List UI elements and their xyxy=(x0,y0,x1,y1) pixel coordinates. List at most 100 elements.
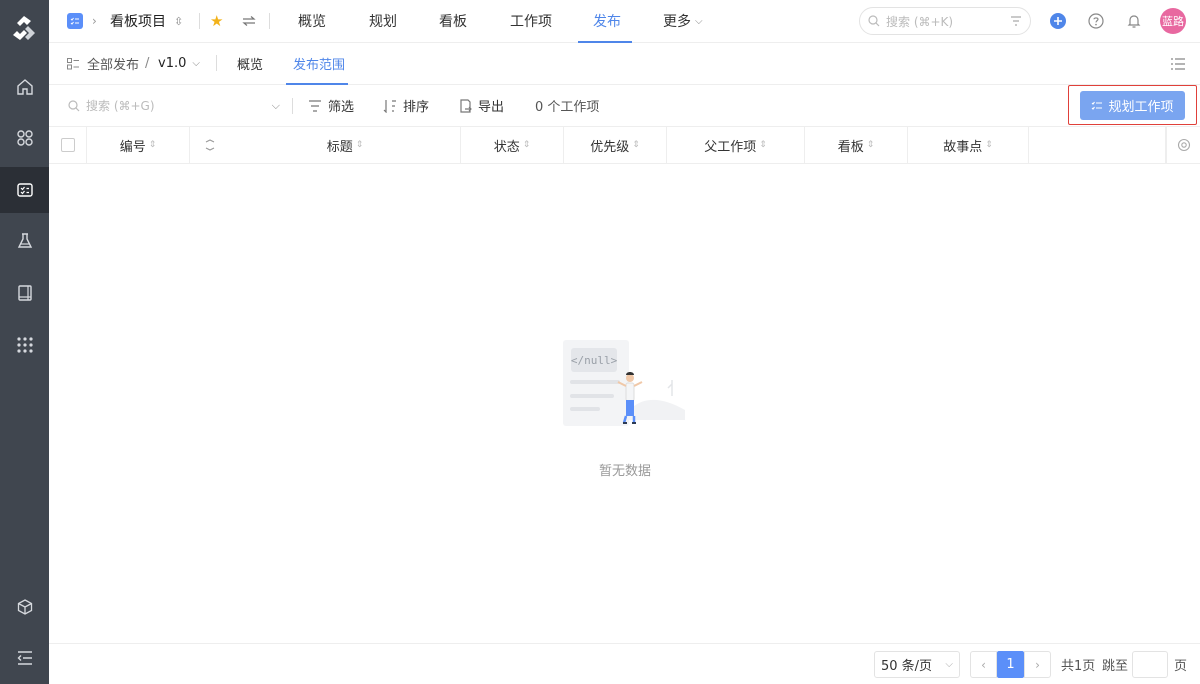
sort-arrows-icon: ⇕ xyxy=(866,140,875,150)
tab-overview[interactable]: 概览 xyxy=(298,0,326,42)
apps-dots-icon xyxy=(16,337,33,353)
page-unit-label: 页 xyxy=(1174,659,1188,674)
column-header-label: 父工作项 xyxy=(704,139,757,155)
sort-arrows-icon: ⇕ xyxy=(522,140,531,150)
null-code-label: </null> xyxy=(570,353,618,367)
select-all-checkbox[interactable] xyxy=(60,138,75,152)
grid-cluster-icon xyxy=(16,130,33,146)
filter-button[interactable]: 筛选 xyxy=(308,85,354,126)
breadcrumb-all-releases[interactable]: 全部发布 xyxy=(87,43,139,84)
release-subheader: 全部发布 / v1.0 ⌵ 概览 发布范围 xyxy=(49,43,1200,85)
tab-board[interactable]: 看板 xyxy=(439,0,467,42)
sidebar-item-wiki[interactable] xyxy=(0,270,49,316)
column-header-board[interactable]: 看板 ⇕ xyxy=(805,127,908,163)
column-header-story-points[interactable]: 故事点 ⇕ xyxy=(908,127,1029,163)
page-size-label: 50 条/页 xyxy=(881,659,933,674)
filter-label: 筛选 xyxy=(328,100,355,115)
column-header-label: 看板 xyxy=(837,139,864,155)
expand-toggle-cell[interactable] xyxy=(190,127,230,163)
work-item-search-placeholder: 搜索 (⌘+G) xyxy=(86,99,155,113)
column-header-id[interactable]: 编号 ⇕ xyxy=(87,127,190,163)
empty-state-text: 暂无数据 xyxy=(598,464,651,479)
sidebar xyxy=(0,0,49,684)
sort-icon xyxy=(383,99,396,113)
star-icon[interactable]: ★ xyxy=(210,0,223,42)
app-logo[interactable] xyxy=(8,12,40,44)
sidebar-item-test[interactable] xyxy=(0,218,49,264)
sort-arrows-icon: ⇕ xyxy=(985,140,993,150)
version-selector[interactable]: v1.0 ⌵ xyxy=(158,43,200,84)
project-icon xyxy=(67,13,83,29)
plan-list-icon xyxy=(1092,101,1103,110)
sidebar-item-project[interactable] xyxy=(0,167,49,213)
create-button[interactable] xyxy=(1050,0,1066,42)
chevron-right-icon: › xyxy=(92,14,97,28)
chevron-down-icon: ⌵ xyxy=(192,58,200,69)
sidebar-item-more-apps[interactable] xyxy=(0,322,49,368)
bell-icon xyxy=(1127,15,1141,28)
view-list-button[interactable] xyxy=(1171,43,1185,84)
next-page-button[interactable]: › xyxy=(1024,651,1051,678)
column-header-spacer xyxy=(1029,127,1166,163)
subtab-overview[interactable]: 概览 xyxy=(237,43,263,84)
project-icon-wrap xyxy=(67,0,83,42)
chevron-down-icon[interactable]: ⌵ xyxy=(272,99,280,113)
project-name[interactable]: 看板项目 xyxy=(110,0,166,42)
prev-page-button[interactable]: ‹ xyxy=(970,651,997,678)
tab-planning[interactable]: 规划 xyxy=(369,0,397,42)
sort-button[interactable]: 排序 xyxy=(383,85,429,126)
column-header-priority[interactable]: 优先级 ⇕ xyxy=(564,127,667,163)
export-icon xyxy=(460,98,472,113)
page-size-select[interactable]: 50 条/页 ⌵ xyxy=(874,651,960,678)
help-button[interactable] xyxy=(1088,0,1104,42)
home-icon xyxy=(16,79,33,95)
subtab-release-scope[interactable]: 发布范围 xyxy=(293,43,345,84)
column-header-label: 状态 xyxy=(493,139,520,155)
breadcrumb-separator: / xyxy=(145,56,150,71)
column-header-label: 故事点 xyxy=(943,139,983,155)
global-search-input[interactable]: 搜索 (⌘+K) xyxy=(859,7,1031,35)
release-list-icon[interactable] xyxy=(67,43,79,84)
tab-release[interactable]: 发布 xyxy=(593,0,621,42)
chevron-right-icon: › xyxy=(1035,657,1040,672)
app-root: › 看板项目 ⇳ ★ 概览 规划 看板 工作项 发布 更多 ⌵ 搜索 (⌘+K) xyxy=(0,0,1200,684)
divider xyxy=(216,55,217,71)
sort-arrows-icon: ⇕ xyxy=(632,140,640,150)
column-header-status[interactable]: 状态 ⇕ xyxy=(461,127,564,163)
column-settings-button[interactable] xyxy=(1166,127,1200,163)
divider xyxy=(269,13,270,29)
toolbar: 搜索 (⌘+G) ⌵ 筛选 排序 导出 0 个工作项 规划工作项 xyxy=(49,85,1200,127)
filter-icon[interactable] xyxy=(1010,16,1022,26)
tab-work-items[interactable]: 工作项 xyxy=(510,0,552,42)
chevron-down-icon: ⌵ xyxy=(695,15,703,27)
user-avatar[interactable]: 蓝路 xyxy=(1160,8,1186,34)
settings-icon xyxy=(1177,138,1190,152)
switch-project-icon[interactable]: ⇳ xyxy=(174,0,183,42)
divider xyxy=(199,13,200,29)
chevron-left-icon: ‹ xyxy=(981,657,986,672)
sidebar-item-home[interactable] xyxy=(0,64,49,110)
sidebar-collapse-button[interactable] xyxy=(0,635,49,681)
notifications-button[interactable] xyxy=(1126,0,1142,42)
column-header-title[interactable]: 标题 ⇕ xyxy=(230,127,461,163)
plan-work-items-button[interactable]: 规划工作项 xyxy=(1080,91,1185,120)
jump-page-input[interactable] xyxy=(1132,651,1168,678)
tab-more[interactable]: 更多 ⌵ xyxy=(663,0,703,42)
swap-icon[interactable] xyxy=(241,0,257,42)
column-header-parent[interactable]: 父工作项 ⇕ xyxy=(667,127,805,163)
tab-more-label: 更多 xyxy=(663,14,691,30)
collapse-menu-icon xyxy=(17,651,32,665)
empty-state-illustration: </null> xyxy=(560,338,690,438)
jump-to-label: 跳至 xyxy=(1102,659,1129,674)
version-label: v1.0 xyxy=(158,56,187,71)
chevron-down-icon: ⌵ xyxy=(945,659,953,670)
table-header: 编号 ⇕ 标题 ⇕ 状态 ⇕ 优先级 ⇕ 父工作项 ⇕ 看板 ⇕ 故事点 ⇕ xyxy=(49,127,1200,164)
cube-icon xyxy=(17,599,32,615)
select-all-cell xyxy=(49,127,87,163)
work-item-search-input[interactable]: 搜索 (⌘+G) ⌵ xyxy=(68,85,280,126)
collapse-toggle-icon xyxy=(205,139,215,151)
export-button[interactable]: 导出 xyxy=(459,85,504,126)
page-number-current[interactable]: 1 xyxy=(997,651,1024,678)
sidebar-item-package[interactable] xyxy=(0,584,49,630)
sidebar-item-apps[interactable] xyxy=(0,115,49,161)
